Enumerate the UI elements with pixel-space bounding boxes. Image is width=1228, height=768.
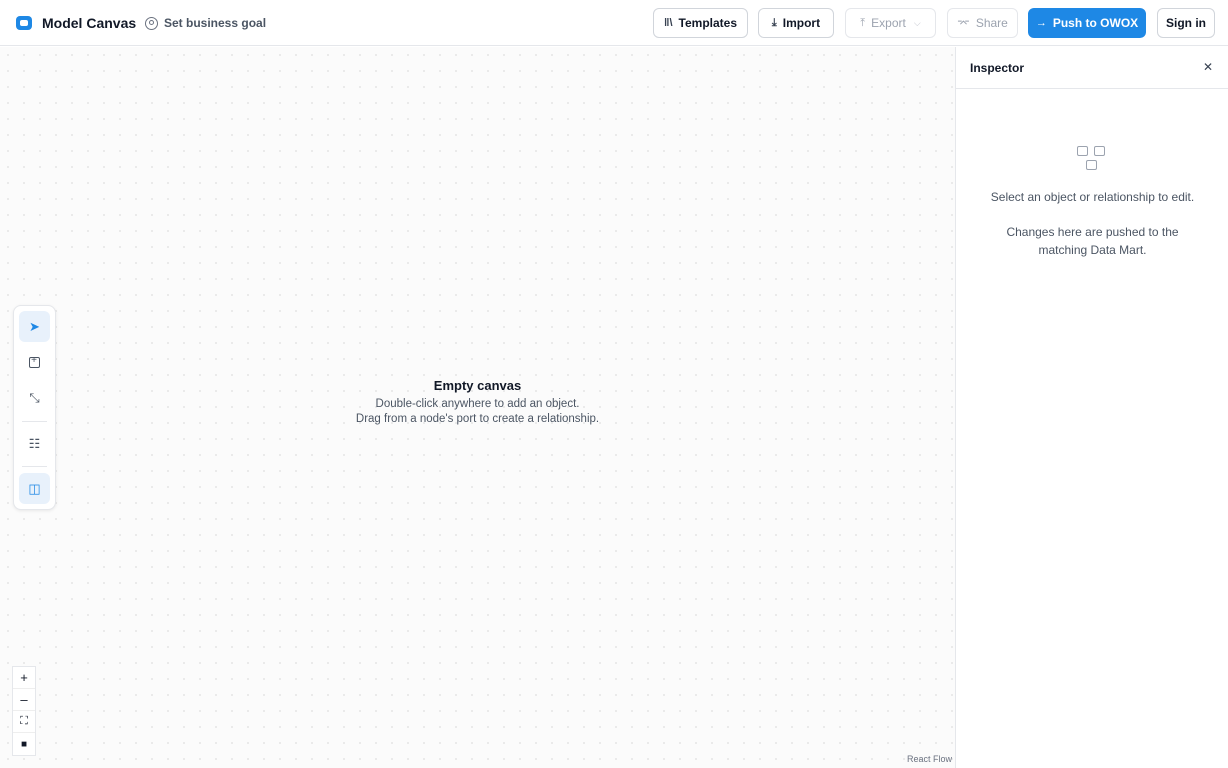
react-flow-attribution[interactable]: React Flow — [907, 754, 952, 764]
chevron-down-icon: ⌵ — [913, 17, 921, 28]
add-object-tool-button[interactable] — [19, 347, 50, 378]
set-business-goal-button[interactable]: Set business goal — [145, 0, 266, 46]
templates-label: Templates — [678, 16, 737, 30]
inspector-panel: Inspector ✕ Select an object or relation… — [955, 47, 1228, 768]
close-icon[interactable]: ✕ — [1200, 59, 1216, 75]
add-box-icon — [29, 355, 40, 368]
inspector-title: Inspector — [970, 61, 1025, 75]
plus-icon: + — [20, 670, 28, 685]
export-button[interactable]: ⤒ Export ⌵ — [845, 8, 936, 38]
app-title: Model Canvas — [42, 15, 137, 31]
empty-state-hint-connect: Drag from a node's port to create a rela… — [355, 413, 600, 425]
tool-palette: ➤ ⤡ ☷ ◫ — [13, 305, 56, 510]
minus-icon: – — [20, 692, 28, 707]
import-label: Import — [782, 16, 821, 30]
push-label: Push to OWOX — [1052, 16, 1139, 30]
empty-state: Empty canvas Double-click anywhere to ad… — [0, 378, 955, 425]
import-button[interactable]: ⤓ Import — [758, 8, 834, 38]
select-tool-button[interactable]: ➤ — [19, 311, 50, 342]
brand: Model Canvas — [16, 0, 136, 46]
upload-icon: ⤒ — [860, 16, 866, 29]
lock-button[interactable]: ■ — [13, 733, 35, 755]
target-icon — [145, 16, 158, 30]
push-to-owox-button[interactable]: → Push to OWOX — [1028, 8, 1146, 38]
fit-view-icon: ⛶ — [20, 715, 28, 727]
model-canvas[interactable]: Empty canvas Double-click anywhere to ad… — [0, 47, 955, 768]
sign-in-label: Sign in — [1166, 16, 1206, 30]
zoom-out-button[interactable]: – — [13, 689, 35, 711]
inspector-hint: Select an object or relationship to edit… — [990, 190, 1195, 204]
auto-layout-button[interactable]: ☷ — [19, 428, 50, 459]
palette-divider — [22, 421, 47, 422]
connector-icon: ⤡ — [29, 389, 40, 405]
share-icon: ⌤ — [957, 17, 970, 30]
set-business-goal-label: Set business goal — [164, 16, 267, 30]
toggle-inspector-button[interactable]: ◫ — [19, 473, 50, 504]
app-logo-icon — [16, 16, 32, 30]
share-label: Share — [975, 16, 1008, 30]
zoom-controls: + – ⛶ ■ — [12, 666, 36, 756]
connect-tool-button[interactable]: ⤡ — [19, 382, 50, 413]
fit-view-button[interactable]: ⛶ — [13, 711, 35, 733]
zoom-in-button[interactable]: + — [13, 667, 35, 689]
top-bar: Model Canvas Set business goal ‖\ Templa… — [0, 0, 1228, 46]
lock-icon: ■ — [20, 738, 28, 750]
templates-button[interactable]: ‖\ Templates — [653, 8, 748, 38]
share-button[interactable]: ⌤ Share — [947, 8, 1018, 38]
cursor-icon: ➤ — [29, 318, 40, 334]
palette-divider — [22, 466, 47, 467]
empty-state-title: Empty canvas — [433, 378, 522, 393]
arrow-right-icon: → — [1035, 17, 1047, 29]
hierarchy-icon: ☷ — [28, 435, 41, 451]
sign-in-button[interactable]: Sign in — [1157, 8, 1215, 38]
export-label: Export — [871, 16, 906, 30]
download-icon: ⤓ — [771, 16, 777, 29]
panel-icon: ◫ — [28, 480, 41, 496]
library-icon: ‖\ — [664, 17, 673, 29]
empty-state-hint-add: Double-click anywhere to add an object. — [375, 398, 580, 410]
inspector-header: Inspector ✕ — [956, 47, 1228, 89]
objects-icon — [1077, 146, 1107, 173]
inspector-note: Changes here are pushed to the matching … — [1006, 225, 1179, 257]
